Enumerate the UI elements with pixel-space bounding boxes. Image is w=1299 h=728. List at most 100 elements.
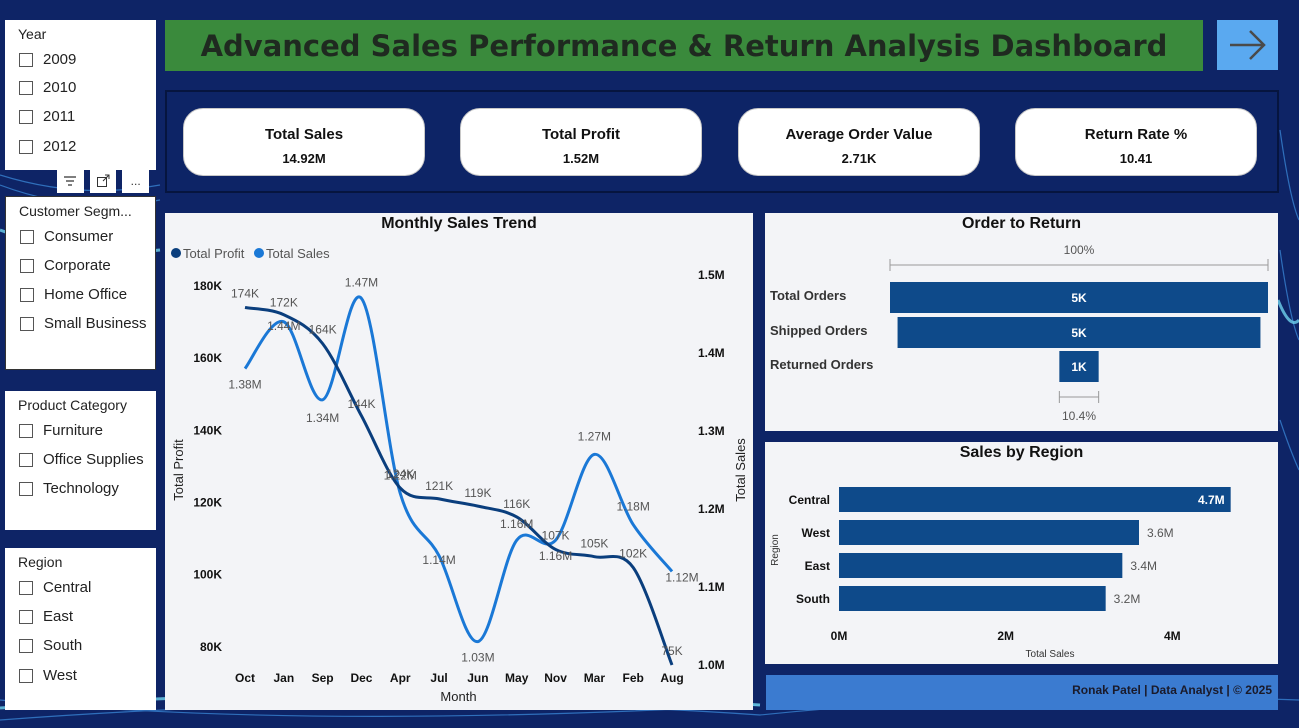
data-label-total-profit: 121K bbox=[425, 479, 453, 493]
next-page-button[interactable] bbox=[1217, 20, 1278, 70]
x-axis-title: Total Sales bbox=[1026, 649, 1075, 660]
y-axis-title: Total Profit bbox=[171, 439, 186, 501]
x-tick-label: 2M bbox=[997, 629, 1014, 643]
y-tick-label: 100K bbox=[193, 568, 222, 582]
x-axis-title: Month bbox=[440, 689, 476, 704]
region-option-central[interactable]: Central bbox=[19, 579, 91, 596]
x-tick-label: 4M bbox=[1164, 629, 1181, 643]
funnel-category-label: Shipped Orders bbox=[770, 323, 868, 338]
checkbox[interactable] bbox=[19, 481, 33, 496]
footer-credit-bar: Ronak Patel | Data Analyst | © 2025 bbox=[766, 675, 1278, 710]
region-plot: Central 4.7M West 3.6M East 3.4M South 3.2M 0M 2M… bbox=[770, 487, 1231, 660]
x-tick-label: Jun bbox=[467, 671, 488, 685]
funnel-plot: 100% 5K Total Orders 5K Shipped Orders 1K Retu… bbox=[770, 243, 1269, 423]
region-option-east[interactable]: East bbox=[19, 608, 73, 625]
year-slicer-title: Year bbox=[18, 26, 47, 42]
data-label-total-sales: 1.27M bbox=[578, 429, 611, 443]
kpi-label: Total Sales bbox=[264, 126, 344, 143]
funnel-category-label: Total Orders bbox=[770, 288, 846, 303]
customer-segment-slicer: Customer Segm... Consumer Corporate Home… bbox=[5, 196, 156, 370]
checkbox[interactable] bbox=[20, 287, 34, 302]
funnel-top-percentage: 100% bbox=[1064, 243, 1095, 257]
region-category-label: West bbox=[802, 526, 830, 540]
sales-by-region-chart[interactable]: Sales by Region Central 4.7M West 3.6M East 3… bbox=[765, 442, 1278, 664]
year-option-2012[interactable]: 2012 bbox=[19, 138, 76, 155]
region-option-west[interactable]: West bbox=[19, 667, 77, 684]
funnel-bottom-bracket bbox=[1058, 391, 1100, 403]
region-option-south[interactable]: South bbox=[19, 637, 82, 654]
data-label-total-sales: 1.18M bbox=[617, 500, 650, 514]
checkbox[interactable] bbox=[19, 668, 33, 683]
y-tick-label: 80K bbox=[200, 640, 222, 654]
region-bar bbox=[839, 586, 1106, 611]
data-label-total-sales: 1.34M bbox=[306, 411, 339, 425]
segment-option-small-business[interactable]: Small Business bbox=[20, 315, 147, 332]
legend-marker-total-profit bbox=[171, 248, 181, 258]
kpi-card-total-profit: Total Profit 1.52M bbox=[460, 108, 702, 176]
y2-tick-label: 1.0M bbox=[698, 658, 725, 672]
data-label-total-sales: 1.47M bbox=[345, 275, 378, 289]
checkbox[interactable] bbox=[19, 423, 33, 438]
checkbox[interactable] bbox=[19, 452, 33, 467]
checkbox[interactable] bbox=[19, 80, 33, 95]
year-option-2011[interactable]: 2011 bbox=[19, 108, 75, 125]
data-label-total-profit: 105K bbox=[580, 537, 608, 551]
y2-axis-title: Total Sales bbox=[733, 438, 748, 502]
region-value-label: 3.2M bbox=[1114, 592, 1141, 606]
year-option-2010[interactable]: 2010 bbox=[19, 79, 76, 96]
data-label-total-profit: 174K bbox=[231, 287, 259, 301]
funnel-bar-label: 5K bbox=[1071, 326, 1087, 340]
category-option-office-supplies[interactable]: Office Supplies bbox=[19, 451, 144, 468]
funnel-category-label: Returned Orders bbox=[770, 357, 873, 372]
region-value-label: 3.6M bbox=[1147, 526, 1174, 540]
checkbox[interactable] bbox=[19, 52, 33, 67]
legend-marker-total-sales bbox=[254, 248, 264, 258]
category-option-technology[interactable]: Technology bbox=[19, 480, 119, 497]
region-category-label: Central bbox=[789, 493, 830, 507]
checkbox[interactable] bbox=[20, 258, 34, 273]
data-label-total-sales: 1.16M bbox=[539, 549, 572, 563]
checkbox[interactable] bbox=[19, 580, 33, 595]
funnel-bar-label: 5K bbox=[1071, 291, 1087, 305]
checkbox[interactable] bbox=[19, 638, 33, 653]
category-slicer-title: Product Category bbox=[18, 397, 127, 413]
order-to-return-chart[interactable]: Order to Return 100% 5K Total Orders 5K Ship… bbox=[765, 213, 1278, 431]
checkbox[interactable] bbox=[20, 316, 34, 331]
focus-mode-icon[interactable] bbox=[89, 169, 117, 193]
data-label-total-sales: 1.44M bbox=[267, 319, 300, 333]
y2-tick-label: 1.4M bbox=[698, 346, 725, 360]
kpi-card-return-rate: Return Rate % 10.41 bbox=[1015, 108, 1257, 176]
kpi-value: 2.71K bbox=[841, 151, 877, 166]
region-value-label: 3.4M bbox=[1130, 559, 1157, 573]
kpi-value: 10.41 bbox=[1119, 151, 1153, 166]
monthly-sales-trend-chart[interactable]: Monthly Sales Trend Total Profit Total Sa… bbox=[165, 213, 753, 710]
year-option-2009[interactable]: 2009 bbox=[19, 51, 76, 68]
data-label-total-sales: 1.38M bbox=[228, 378, 261, 392]
y2-tick-label: 1.1M bbox=[698, 580, 725, 594]
filter-icon[interactable] bbox=[57, 169, 84, 193]
segment-option-consumer[interactable]: Consumer bbox=[20, 228, 113, 245]
data-label-total-profit: 119K bbox=[464, 486, 491, 500]
footer-credit: Ronak Patel | Data Analyst | © 2025 bbox=[1072, 683, 1272, 697]
arrow-right-icon bbox=[1229, 30, 1266, 60]
checkbox[interactable] bbox=[19, 109, 33, 124]
checkbox[interactable] bbox=[19, 139, 33, 154]
kpi-value: 1.52M bbox=[562, 151, 600, 166]
x-tick-label: Jul bbox=[430, 671, 447, 685]
data-label-total-profit: 144K bbox=[347, 397, 375, 411]
more-options-icon[interactable]: ... bbox=[122, 169, 150, 193]
x-tick-label: Feb bbox=[623, 671, 644, 685]
region-slicer: Region Central East South West bbox=[5, 548, 156, 710]
y-tick-label: 180K bbox=[193, 279, 222, 293]
category-option-furniture[interactable]: Furniture bbox=[19, 422, 103, 439]
kpi-label: Total Profit bbox=[541, 126, 621, 143]
checkbox[interactable] bbox=[20, 229, 34, 244]
segment-option-corporate[interactable]: Corporate bbox=[20, 257, 111, 274]
data-label-total-profit: 107K bbox=[542, 528, 570, 542]
legend-label-total-profit: Total Profit bbox=[183, 246, 245, 261]
checkbox[interactable] bbox=[19, 609, 33, 624]
kpi-label: Return Rate % bbox=[1084, 126, 1188, 143]
y-tick-label: 160K bbox=[193, 351, 222, 365]
segment-option-home-office[interactable]: Home Office bbox=[20, 286, 127, 303]
region-category-label: East bbox=[805, 559, 830, 573]
